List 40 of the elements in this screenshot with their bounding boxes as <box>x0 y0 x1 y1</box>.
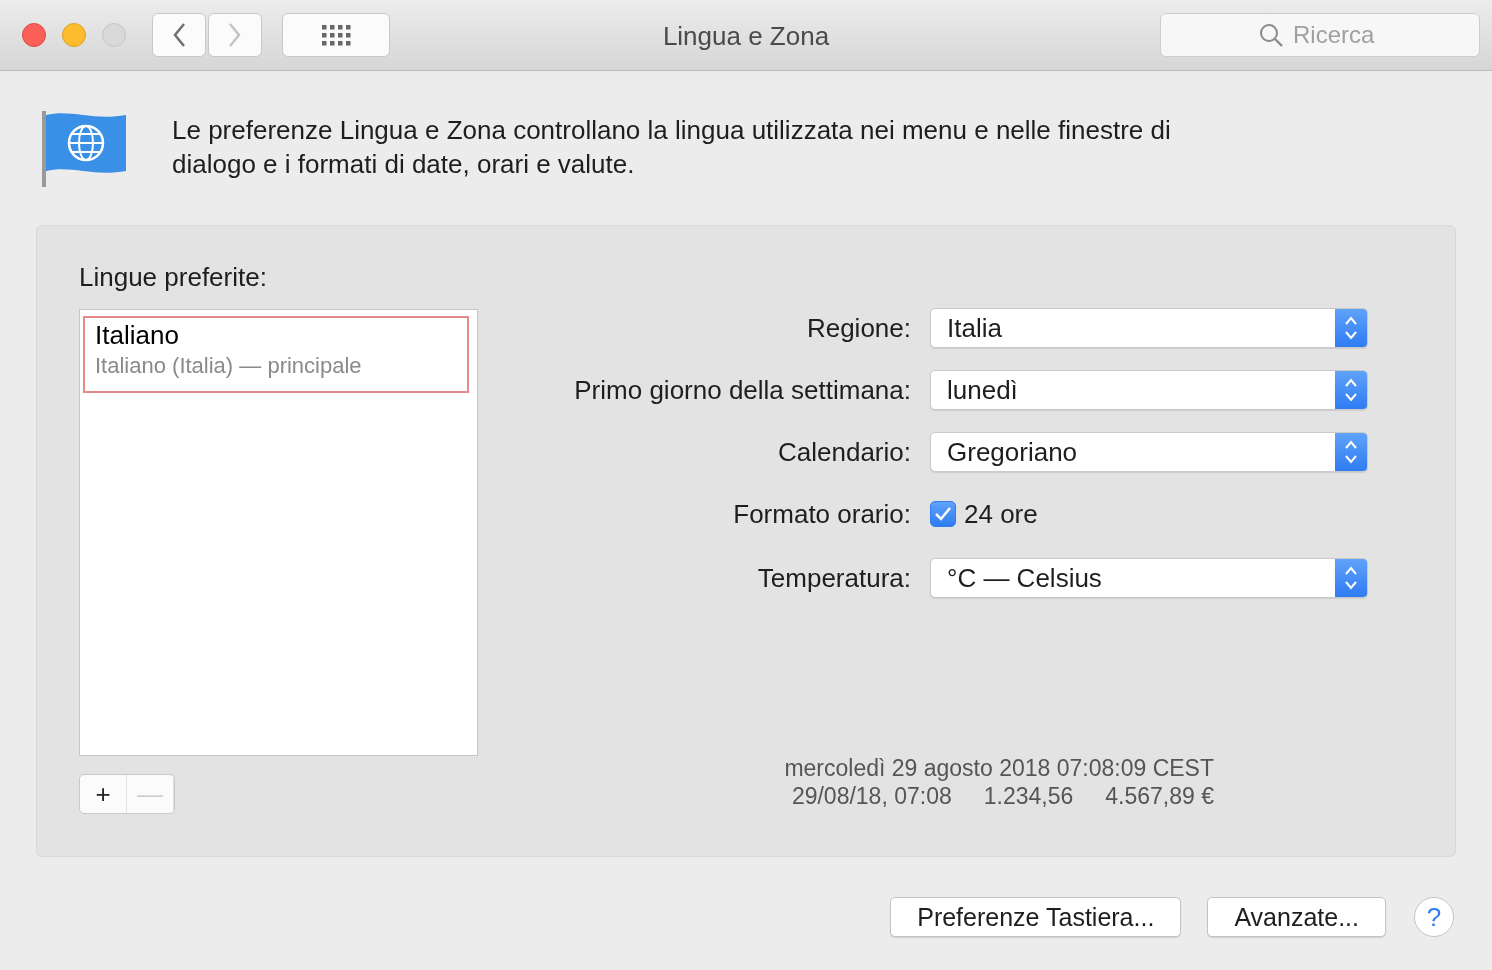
list-title: Lingue preferite: <box>79 262 268 293</box>
search-field[interactable]: Ricerca <box>1291 20 1381 50</box>
setting-label: Temperatura: <box>756 562 911 594</box>
show-all-button[interactable] <box>282 13 390 57</box>
sample-number: 1.234,56 <box>983 782 1074 810</box>
setting-label: Regione: <box>805 312 911 344</box>
language-name: Italiano <box>95 320 180 351</box>
close-button[interactable] <box>22 23 46 47</box>
checkbox[interactable] <box>930 501 956 527</box>
advanced-button[interactable]: Avanzate... <box>1207 897 1386 937</box>
setting-label: Formato orario: <box>732 498 911 530</box>
sample-currency: 4.567,89 € <box>1105 782 1214 810</box>
checkmark-icon <box>934 506 952 522</box>
sample-long-date: mercoledì 29 agosto 2018 07:08:09 CEST <box>784 754 1214 782</box>
chevron-right-icon <box>228 22 242 48</box>
dropdown[interactable]: Gregoriano <box>930 432 1368 472</box>
stepper-icon <box>1344 377 1358 403</box>
stepper-icon <box>1344 315 1358 341</box>
minimize-button[interactable] <box>62 23 86 47</box>
stepper-icon <box>1344 565 1358 591</box>
help-button[interactable]: ? <box>1414 897 1454 937</box>
window-title: Lingua e Zona <box>662 21 830 51</box>
keyboard-preferences-button[interactable]: Preferenze Tastiera... <box>890 897 1182 937</box>
stepper-icon <box>1344 439 1358 465</box>
flag-globe-icon <box>42 111 128 187</box>
language-detail: Italiano (Italia) — principale <box>95 353 363 379</box>
setting-label: Calendario: <box>777 436 911 468</box>
language-item[interactable]: Italiano Italiano (Italia) — principale <box>83 316 469 393</box>
dropdown[interactable]: lunedì <box>930 370 1368 410</box>
setting-label: Primo giorno della settimana: <box>573 374 911 406</box>
checkbox-label: 24 ore <box>964 498 1038 530</box>
intro-text: Le preferenze Lingua e Zona controllano la lingua utilizzata nei menu e nelle finestre di dialogo e i formati di date, orari e valute. <box>172 114 1172 181</box>
back-button[interactable] <box>152 13 206 57</box>
add-button[interactable]: + <box>80 775 127 813</box>
sample-short-date: 29/08/18, 07:08 <box>791 782 952 810</box>
dropdown[interactable]: Italia <box>930 308 1368 348</box>
search-icon <box>1259 23 1283 47</box>
grid-icon <box>321 24 351 46</box>
chevron-left-icon <box>172 22 186 48</box>
dropdown[interactable]: °C — Celsius <box>930 558 1368 598</box>
